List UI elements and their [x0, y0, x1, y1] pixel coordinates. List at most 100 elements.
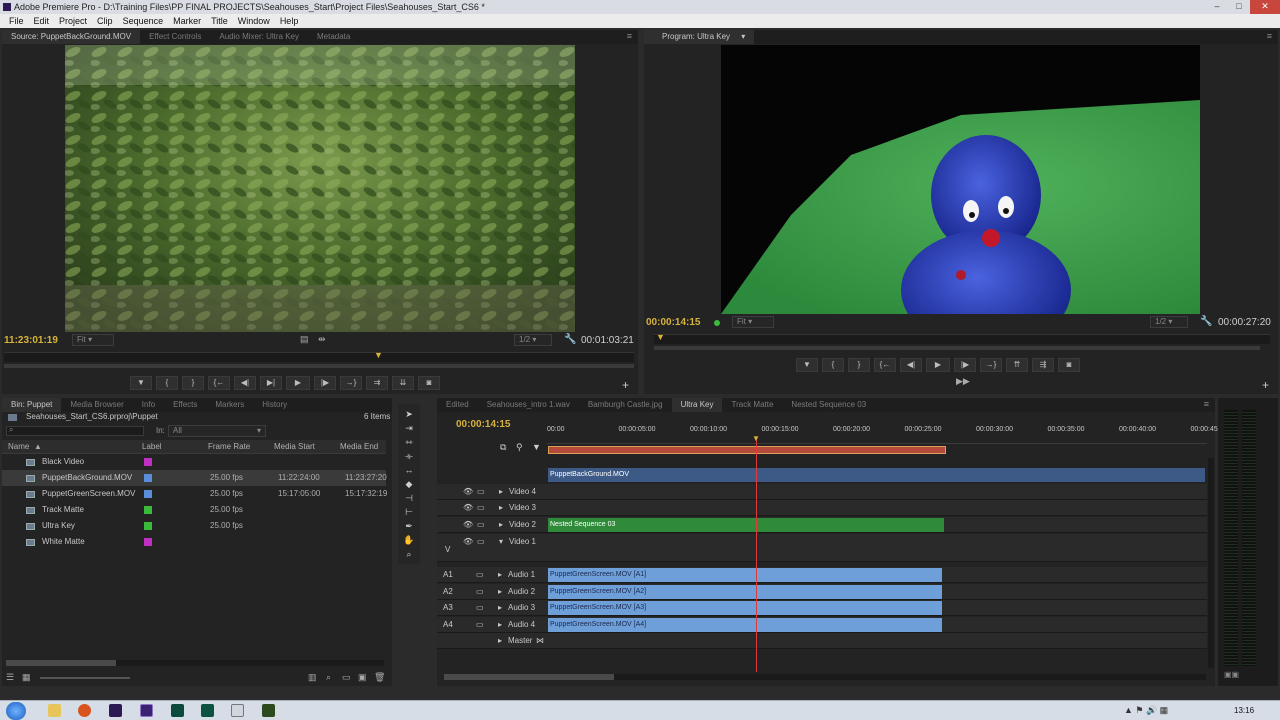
program-play-button[interactable]: ▶ [926, 358, 950, 372]
program-timecode[interactable]: 00:00:14:15 [646, 317, 700, 328]
menu-edit[interactable]: Edit [29, 14, 55, 28]
add-marker-button[interactable]: ▼ [796, 358, 818, 372]
speedgrade-taskbar-icon[interactable] [201, 704, 214, 717]
premiere-active-taskbar-icon[interactable] [140, 704, 153, 717]
icon-view-icon[interactable]: ▦ [22, 672, 31, 683]
add-marker-button[interactable]: ▼ [130, 376, 152, 390]
find-icon[interactable]: ⌕ [326, 672, 331, 683]
column-name[interactable]: Name [8, 440, 29, 454]
bin-list-item[interactable]: Black Video [2, 454, 386, 470]
ripple-edit-tool-icon[interactable]: ⇿ [403, 436, 415, 448]
linked-selection-icon[interactable]: ⚲ [516, 442, 523, 453]
tab-source[interactable]: Source: PuppetBackGround.MOV [2, 30, 141, 44]
add-marker-icon[interactable]: ▼ [532, 442, 541, 452]
go-to-out-button[interactable]: →} [340, 376, 362, 390]
step-forward-button[interactable]: |▶ [314, 376, 336, 390]
audio-patch-a3[interactable]: A3 [443, 603, 453, 612]
video-4-header[interactable]: 👁 ▭ ▸ Video 4 [463, 484, 573, 500]
expand-arrow-icon[interactable]: ▸ [499, 484, 503, 500]
explorer-taskbar-icon[interactable] [48, 704, 61, 717]
source-settings-icon[interactable]: 🔧 [564, 334, 576, 345]
sync-lock-icon[interactable]: ▭ [477, 534, 485, 550]
start-button[interactable] [6, 702, 26, 720]
menu-project[interactable]: Project [54, 14, 92, 28]
eye-icon[interactable]: 👁 [463, 484, 473, 500]
label-swatch[interactable] [144, 522, 152, 530]
eye-icon[interactable]: 👁 [463, 517, 473, 533]
master-keyframe-icon[interactable]: ⋈ [536, 633, 544, 649]
timeline-vertical-scrollbar[interactable] [1208, 458, 1214, 668]
speaker-icon[interactable]: ▭ [476, 584, 484, 600]
panel-menu-icon[interactable]: ≡ [1204, 399, 1209, 409]
column-media-start[interactable]: Media Start [274, 440, 315, 454]
selection-tool-icon[interactable]: ➤ [403, 408, 415, 420]
tab-markers[interactable]: Markers [206, 398, 253, 412]
timeline-playhead[interactable] [756, 436, 757, 672]
audio-patch-a4[interactable]: A4 [443, 620, 453, 629]
automate-icon[interactable]: ▥ [308, 672, 317, 683]
minimize-button[interactable]: – [1206, 0, 1228, 14]
audio-patch-a2[interactable]: A2 [443, 587, 453, 596]
tab-seahouses-intro[interactable]: Seahouses_intro 1.wav [478, 398, 579, 412]
tab-history[interactable]: History [253, 398, 296, 412]
tab-metadata[interactable]: Metadata [308, 30, 359, 44]
step-back-button[interactable]: ◀| [900, 358, 922, 372]
clip-audio-a1[interactable]: PuppetGreenScreen.MOV [A1] [548, 568, 942, 582]
expand-arrow-icon[interactable]: ▸ [498, 600, 502, 616]
sync-lock-icon[interactable]: ▭ [477, 517, 485, 533]
video-1-header[interactable]: 👁 ▭ ▾ Video 1 [463, 534, 573, 550]
in-dropdown[interactable]: All ▾ [168, 425, 266, 437]
slip-tool-icon[interactable]: ⊣ [403, 492, 415, 504]
speaker-icon[interactable]: ▭ [476, 617, 484, 633]
rolling-edit-tool-icon[interactable]: ⟛ [403, 450, 415, 462]
step-forward-button[interactable]: |▶ [954, 358, 976, 372]
track-select-tool-icon[interactable]: ⇥ [403, 422, 415, 434]
lift-button[interactable]: ⇈ [1006, 358, 1028, 372]
encore-taskbar-icon[interactable] [262, 704, 275, 717]
trim-icon[interactable]: ▶▶ [956, 376, 970, 387]
panel-menu-icon[interactable]: ≡ [1267, 31, 1272, 41]
video-3-header[interactable]: 👁 ▭ ▸ Video 3 [463, 500, 573, 516]
timeline-horizontal-scrollbar[interactable] [444, 674, 1206, 680]
speaker-icon[interactable]: ▭ [476, 567, 484, 583]
label-swatch[interactable] [144, 506, 152, 514]
go-to-out-button[interactable]: →} [980, 358, 1002, 372]
source-resolution-dropdown[interactable]: 1/2 ▾ [514, 334, 552, 346]
mark-in-button[interactable]: { [156, 376, 178, 390]
list-view-icon[interactable]: ☰ [6, 672, 14, 683]
menu-title[interactable]: Title [206, 14, 233, 28]
source-timecode[interactable]: 11:23:01:19 [4, 335, 58, 346]
source-time-ruler[interactable] [4, 352, 634, 362]
firefox-taskbar-icon[interactable] [78, 704, 91, 717]
eye-icon[interactable]: 👁 [463, 500, 473, 516]
maximize-button[interactable]: □ [1228, 0, 1250, 14]
menu-help[interactable]: Help [275, 14, 304, 28]
extract-button[interactable]: ⇶ [1032, 358, 1054, 372]
mark-out-button[interactable]: } [848, 358, 870, 372]
audio-patch-a1[interactable]: A1 [443, 570, 453, 579]
playhead-handle[interactable]: ▼ [752, 434, 760, 443]
pen-tool-icon[interactable]: ✒ [403, 520, 415, 532]
menu-sequence[interactable]: Sequence [118, 14, 169, 28]
tab-effects[interactable]: Effects [164, 398, 206, 412]
timeline-ruler[interactable]: 00:00 00:00:05:00 00:00:10:00 00:00:15:00 00… [547, 426, 1227, 444]
column-frame-rate[interactable]: Frame Rate [208, 440, 250, 454]
bin-list-item[interactable]: White Matte [2, 534, 386, 550]
sort-arrow-icon[interactable]: ▲ [34, 440, 42, 454]
bin-list-item[interactable]: Ultra Key 25.00 fps [2, 518, 386, 534]
tab-bin-puppet[interactable]: Bin: Puppet [2, 398, 62, 412]
step-back-button[interactable]: ◀| [234, 376, 256, 390]
insert-button[interactable]: ⇉ [366, 376, 388, 390]
button-editor-icon[interactable]: + [1262, 378, 1269, 392]
tab-track-matte[interactable]: Track Matte [722, 398, 782, 412]
razor-tool-icon[interactable]: ◆ [403, 478, 415, 490]
mark-out-button[interactable]: } [182, 376, 204, 390]
menu-clip[interactable]: Clip [92, 14, 118, 28]
program-playhead[interactable]: ▼ [656, 332, 665, 342]
clip-nested-sequence-03[interactable]: Nested Sequence 03 [548, 518, 944, 532]
meter-solo-buttons[interactable]: ▣▣ [1224, 670, 1239, 679]
master-header[interactable]: ▸ Master ⋈ [498, 633, 608, 649]
panel-menu-icon[interactable]: ≡ [627, 31, 632, 41]
tab-bamburgh-castle[interactable]: Bamburgh Castle.jpg [579, 398, 672, 412]
tab-audio-mixer[interactable]: Audio Mixer: Ultra Key [210, 30, 308, 44]
